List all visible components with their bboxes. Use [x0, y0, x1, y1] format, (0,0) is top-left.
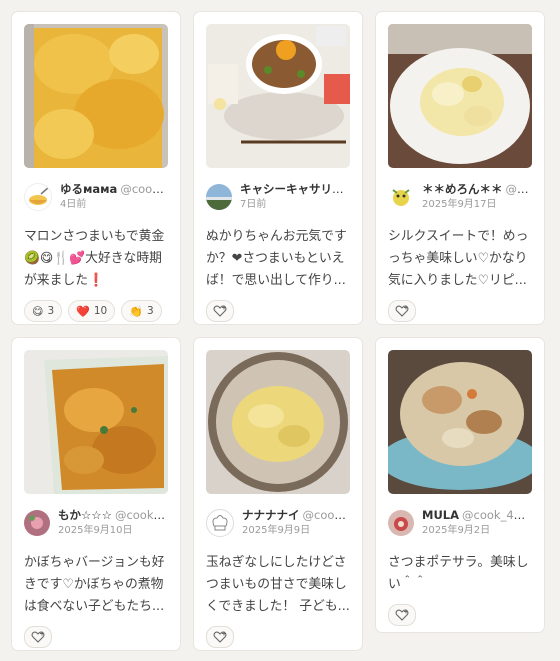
user-handle: @cook_4... [120, 182, 168, 196]
user-name[interactable]: キャシーキャサリン ... [240, 182, 350, 196]
like-button[interactable] [206, 626, 234, 648]
reaction-list: 😋 3 ❤️ 10 👏 3 [24, 300, 168, 322]
report-photo[interactable] [206, 24, 350, 168]
pumpkin-dish-photo [24, 350, 168, 494]
avatar[interactable] [206, 509, 234, 537]
user-row[interactable]: キャシーキャサリン ... 7日前 [206, 180, 350, 214]
avatar[interactable] [206, 184, 232, 210]
report-photo[interactable] [388, 350, 532, 494]
post-date: 2025年9月2日 [422, 525, 491, 536]
reaction-clap-button[interactable]: 👏 3 [121, 300, 162, 322]
post-date: 2025年9月10日 [58, 525, 133, 536]
reaction-count: 3 [146, 305, 154, 317]
report-text[interactable]: かぼちゃバージョンも好きです♡かぼちゃの煮物は食べない子どもたち... [24, 552, 168, 618]
reaction-count: 3 [47, 305, 55, 317]
user-name[interactable]: MULA [422, 508, 459, 522]
reaction-list [206, 626, 350, 648]
heart-emoji-icon: ❤️ [76, 304, 90, 318]
landscape-avatar-icon [206, 184, 232, 210]
report-card[interactable]: ナナナナイ@cook_4... 2025年9月9日 玉ねぎなしにしたけどさつまい… [194, 338, 362, 650]
report-card[interactable]: もか☆☆☆ @cook_... 2025年9月10日 かぼちゃバージョンも好きです… [12, 338, 180, 650]
heart-plus-icon [395, 609, 409, 621]
user-handle: @coo... [505, 182, 533, 196]
post-date: 2025年9月17日 [422, 199, 497, 210]
photo-avatar-icon [388, 510, 414, 536]
user-row[interactable]: ゆるмама@cook_4... 4日前 [24, 180, 168, 214]
heart-plus-icon [395, 305, 409, 317]
character-avatar-icon [392, 189, 410, 206]
user-name[interactable]: もか☆☆☆ [58, 508, 112, 522]
user-handle: @cook_4004... [462, 508, 532, 522]
yum-emoji-icon: 😋 [32, 304, 44, 318]
user-row[interactable]: MULA@cook_4004... 2025年9月2日 [388, 506, 532, 540]
user-name[interactable]: ナナナナイ [242, 508, 300, 522]
recipe-report-grid: ゆるмама@cook_4... 4日前 マロンさつまいもで黄金🥝😋🍴💕大好きな… [0, 0, 560, 661]
chef-hat-avatar-icon [212, 515, 228, 531]
user-name[interactable]: ＊＊めろん＊＊ [422, 182, 503, 196]
potato-salad-plate-photo [388, 24, 532, 168]
report-photo[interactable] [388, 24, 532, 168]
potato-salad-bowl-photo [206, 350, 350, 494]
post-date: 4日前 [60, 199, 87, 210]
post-date: 2025年9月9日 [242, 525, 311, 536]
reaction-yum-button[interactable]: 😋 3 [24, 300, 63, 322]
user-handle: @cook_... [114, 508, 168, 522]
flower-avatar-icon [24, 510, 50, 536]
report-photo[interactable] [24, 350, 168, 494]
user-row[interactable]: もか☆☆☆ @cook_... 2025年9月10日 [24, 506, 168, 540]
heart-plus-icon [31, 631, 45, 643]
reaction-list [388, 604, 532, 626]
mashed-sweet-potato-photo [24, 24, 168, 168]
avatar[interactable] [388, 184, 414, 210]
like-button[interactable] [206, 300, 234, 322]
report-card[interactable]: ＊＊めろん＊＊@coo... 2025年9月17日 シルクスイートで！めっっちゃ… [376, 12, 544, 324]
cooking-pot-avatar-icon [29, 186, 50, 205]
heart-plus-icon [213, 631, 227, 643]
clap-emoji-icon: 👏 [129, 304, 143, 318]
potato-salad-closeup-photo [388, 350, 532, 494]
report-card[interactable]: MULA@cook_4004... 2025年9月2日 さつまポテサラ。美味しい… [376, 338, 544, 632]
avatar[interactable] [24, 183, 52, 211]
like-button[interactable] [388, 300, 416, 322]
user-name[interactable]: ゆるмама [60, 182, 117, 196]
report-text[interactable]: マロンさつまいもで黄金🥝😋🍴💕大好きな時期が来ました❗ [24, 226, 168, 292]
like-button[interactable] [388, 604, 416, 626]
user-row[interactable]: ＊＊めろん＊＊@coo... 2025年9月17日 [388, 180, 532, 214]
report-text[interactable]: さつまポテサラ。美味しい＾＾ [388, 552, 532, 596]
report-card[interactable]: キャシーキャサリン ... 7日前 ぬかりちゃんお元気ですか？❤さつまいもといえ… [194, 12, 362, 324]
reaction-list [388, 300, 532, 322]
avatar[interactable] [24, 510, 50, 536]
post-date: 7日前 [240, 199, 267, 210]
reaction-list [206, 300, 350, 322]
user-handle: @cook_4... [302, 508, 351, 522]
reaction-heart-button[interactable]: ❤️ 10 [68, 300, 116, 322]
user-row[interactable]: ナナナナイ@cook_4... 2025年9月9日 [206, 506, 350, 540]
report-photo[interactable] [206, 350, 350, 494]
reaction-count: 10 [93, 305, 108, 317]
heart-plus-icon [213, 305, 227, 317]
reaction-list [24, 626, 168, 648]
like-button[interactable] [24, 626, 52, 648]
report-text[interactable]: シルクスイートで！めっっちゃ美味しい♡かなり気に入りました♡リピ... [388, 226, 532, 292]
report-photo[interactable] [24, 24, 168, 168]
report-text[interactable]: ぬかりちゃんお元気ですか？❤さつまいもといえば！で思い出して作り... [206, 226, 350, 292]
report-text[interactable]: 玉ねぎなしにしたけどさつまいもの甘さで美味しくできました！ 子ども... [206, 552, 350, 618]
report-card[interactable]: ゆるмама@cook_4... 4日前 マロンさつまいもで黄金🥝😋🍴💕大好きな… [12, 12, 180, 324]
rice-bowl-photo [206, 24, 350, 168]
avatar[interactable] [388, 510, 414, 536]
